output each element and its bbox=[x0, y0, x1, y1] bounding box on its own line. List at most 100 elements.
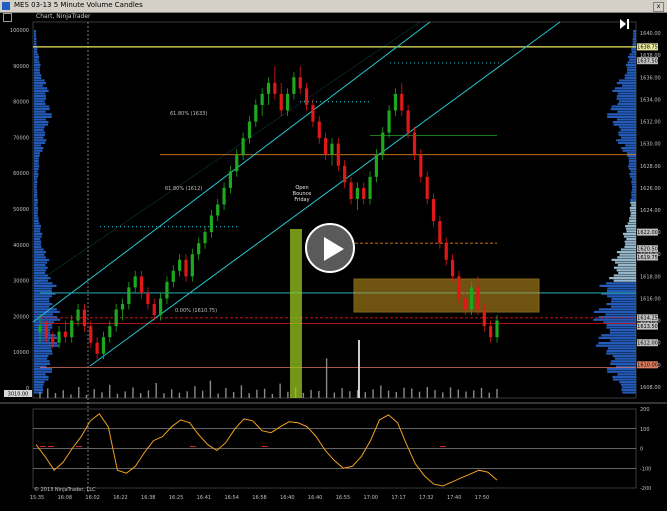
right-volume-profile-bar bbox=[629, 206, 636, 209]
time-axis-label: 16:55 bbox=[336, 495, 350, 501]
oscillator-axis-label: -200 bbox=[640, 486, 651, 492]
right-volume-profile-bar bbox=[598, 336, 636, 339]
left-volume-profile-bar bbox=[34, 35, 37, 38]
play-video-button[interactable] bbox=[305, 223, 355, 273]
left-volume-profile-bar bbox=[34, 128, 44, 131]
right-volume-profile-bar bbox=[610, 360, 636, 363]
left-volume-profile-bar bbox=[34, 352, 53, 355]
candle-body bbox=[184, 259, 188, 277]
candle-body bbox=[89, 326, 93, 343]
candle-body bbox=[235, 154, 239, 172]
left-volume-profile-bar bbox=[34, 92, 46, 95]
candle-body bbox=[260, 93, 264, 105]
candle-body bbox=[482, 309, 486, 327]
left-volume-profile-bar bbox=[34, 102, 46, 105]
left-volume-profile-bar bbox=[34, 43, 37, 46]
left-volume-profile-bar bbox=[34, 386, 43, 389]
left-axis-label: 50000 bbox=[13, 207, 29, 213]
right-volume-profile-bar bbox=[623, 235, 636, 238]
left-volume-profile-bar bbox=[34, 87, 48, 90]
right-volume-profile-bar bbox=[625, 225, 636, 228]
candle-body bbox=[254, 104, 258, 122]
right-volume-profile-bar bbox=[593, 310, 636, 313]
note-friday: Friday bbox=[294, 197, 309, 203]
right-volume-profile-bar bbox=[627, 154, 636, 157]
price-axis-label: 1626.00 bbox=[640, 186, 661, 192]
right-volume-profile-bar bbox=[621, 84, 636, 87]
candle-body bbox=[279, 93, 283, 111]
right-volume-profile-bar bbox=[609, 277, 636, 280]
right-volume-profile-bar bbox=[613, 266, 636, 269]
price-axis-label: 1640.00 bbox=[640, 31, 661, 37]
left-axis-label: 100000 bbox=[10, 28, 29, 34]
left-volume-profile-bar bbox=[34, 326, 53, 329]
left-volume-profile-bar bbox=[34, 74, 42, 77]
left-volume-profile-bar bbox=[34, 256, 46, 259]
right-volume-profile-bar bbox=[629, 217, 636, 220]
right-volume-profile-bar bbox=[595, 344, 636, 347]
right-volume-profile-bar bbox=[610, 108, 636, 111]
left-volume-profile-bar bbox=[34, 89, 49, 92]
left-volume-profile-bar bbox=[34, 121, 49, 124]
price-tag-text: 1637.50 bbox=[637, 59, 658, 65]
left-volume-profile-bar bbox=[34, 186, 37, 189]
left-volume-profile-bar bbox=[34, 368, 52, 371]
right-volume-profile-bar bbox=[625, 63, 636, 66]
time-axis-label: 16:58 bbox=[252, 495, 266, 501]
right-volume-profile-bar bbox=[626, 152, 636, 155]
right-volume-profile-bar bbox=[607, 287, 636, 290]
right-volume-profile-bar bbox=[631, 196, 636, 199]
price-axis-label: 1608.00 bbox=[640, 385, 661, 391]
left-volume-profile-bar bbox=[34, 214, 38, 217]
left-volume-profile-bar bbox=[34, 344, 59, 347]
right-volume-profile-bar bbox=[631, 204, 636, 207]
time-axis-label: 16:54 bbox=[224, 495, 238, 501]
oscillator-axis-label: 100 bbox=[640, 427, 650, 433]
right-volume-profile-bar bbox=[618, 271, 636, 274]
left-volume-profile-bar bbox=[34, 284, 57, 287]
play-icon bbox=[324, 237, 344, 261]
oscillator-axis-label: -100 bbox=[640, 466, 651, 472]
left-volume-profile-bar bbox=[34, 84, 43, 87]
right-volume-profile-bar bbox=[612, 89, 636, 92]
candle-body bbox=[362, 187, 366, 199]
right-volume-profile-bar bbox=[612, 375, 636, 378]
left-axis-label: 20000 bbox=[13, 314, 29, 320]
oscillator-axis-label: 200 bbox=[640, 407, 650, 413]
right-volume-profile-bar bbox=[632, 43, 636, 46]
left-volume-profile-bar bbox=[34, 183, 37, 186]
right-volume-profile-bar bbox=[630, 199, 636, 202]
left-volume-profile-bar bbox=[34, 69, 40, 72]
right-volume-profile-bar bbox=[606, 323, 636, 326]
right-volume-profile-bar bbox=[606, 303, 636, 306]
candle-body bbox=[197, 243, 201, 255]
right-volume-profile-bar bbox=[612, 121, 636, 124]
left-volume-profile-bar bbox=[34, 248, 44, 251]
candle-body bbox=[450, 259, 455, 277]
skip-forward-icon[interactable] bbox=[618, 18, 632, 30]
candle-body bbox=[209, 215, 213, 233]
left-volume-profile-bar bbox=[34, 82, 47, 85]
left-volume-profile-bar bbox=[34, 162, 39, 165]
candle-body bbox=[438, 221, 442, 244]
left-volume-profile-bar bbox=[34, 180, 38, 183]
left-volume-profile-bar bbox=[34, 79, 45, 82]
right-volume-profile-bar bbox=[611, 258, 636, 261]
right-volume-profile-bar bbox=[629, 173, 636, 176]
left-volume-profile-bar bbox=[34, 136, 44, 139]
right-volume-profile-bar bbox=[618, 100, 636, 103]
left-volume-profile-bar bbox=[34, 108, 50, 111]
candle-body bbox=[38, 326, 42, 332]
left-volume-profile-bar bbox=[34, 383, 44, 386]
price-tag-text: 1614.25 bbox=[637, 316, 658, 322]
left-volume-profile-bar bbox=[34, 253, 45, 256]
candle-body bbox=[63, 331, 67, 338]
candle-body bbox=[139, 276, 144, 293]
left-volume-profile-bar bbox=[34, 56, 40, 59]
left-volume-profile-bar bbox=[34, 97, 47, 100]
left-volume-profile-bar bbox=[34, 115, 52, 118]
left-volume-profile-bar bbox=[34, 357, 48, 360]
right-volume-profile-bar bbox=[624, 76, 636, 79]
left-volume-profile-bar bbox=[34, 339, 50, 342]
left-volume-profile-bar bbox=[34, 232, 43, 235]
